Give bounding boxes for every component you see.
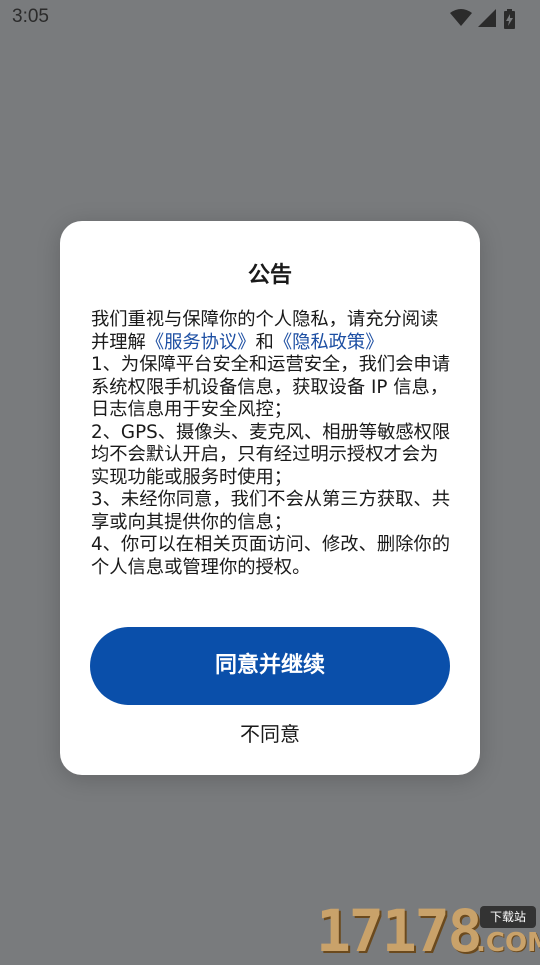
status-bar: 3:05 [0, 0, 540, 36]
and-text: 和 [255, 331, 274, 353]
agree-continue-button[interactable]: 同意并继续 [90, 627, 450, 705]
service-agreement-link[interactable]: 《服务协议》 [146, 332, 256, 353]
announcement-dialog: 公告 我们重视与保障你的个人隐私，请充分阅读并理解《服务协议》和《隐私政策》 1… [60, 221, 480, 775]
dialog-title: 公告 [247, 263, 292, 288]
watermark-digits: 17178 [316, 897, 483, 965]
policy-item-2: 2、GPS、摄像头、麦克风、相册等敏感权限均不会默认开启，只有经过明示授权才会为… [91, 421, 451, 488]
status-time: 3:05 [12, 6, 49, 27]
battery-charging-icon [504, 9, 515, 29]
policy-item-1: 1、为保障平台安全和运营安全，我们会申请系统权限手机设备信息，获取设备 IP 信… [91, 354, 450, 420]
wifi-icon [450, 9, 472, 26]
watermark-tag: 下载站 [480, 906, 536, 928]
dialog-body: 我们重视与保障你的个人隐私，请充分阅读并理解《服务协议》和《隐私政策》 1、为保… [91, 309, 451, 579]
policy-item-3: 3、未经你同意，我们不会从第三方获取、共享或向其提供你的信息； [91, 489, 450, 533]
privacy-policy-link[interactable]: 《隐私政策》 [274, 332, 384, 353]
signal-icon [478, 9, 496, 27]
policy-item-4: 4、你可以在相关页面访问、修改、删除你的个人信息或管理你的授权。 [91, 534, 450, 578]
site-watermark-logo: 17178 下载站 .COM [316, 902, 540, 960]
watermark-domain: .COM [476, 928, 540, 958]
disagree-button[interactable]: 不同意 [170, 719, 370, 749]
